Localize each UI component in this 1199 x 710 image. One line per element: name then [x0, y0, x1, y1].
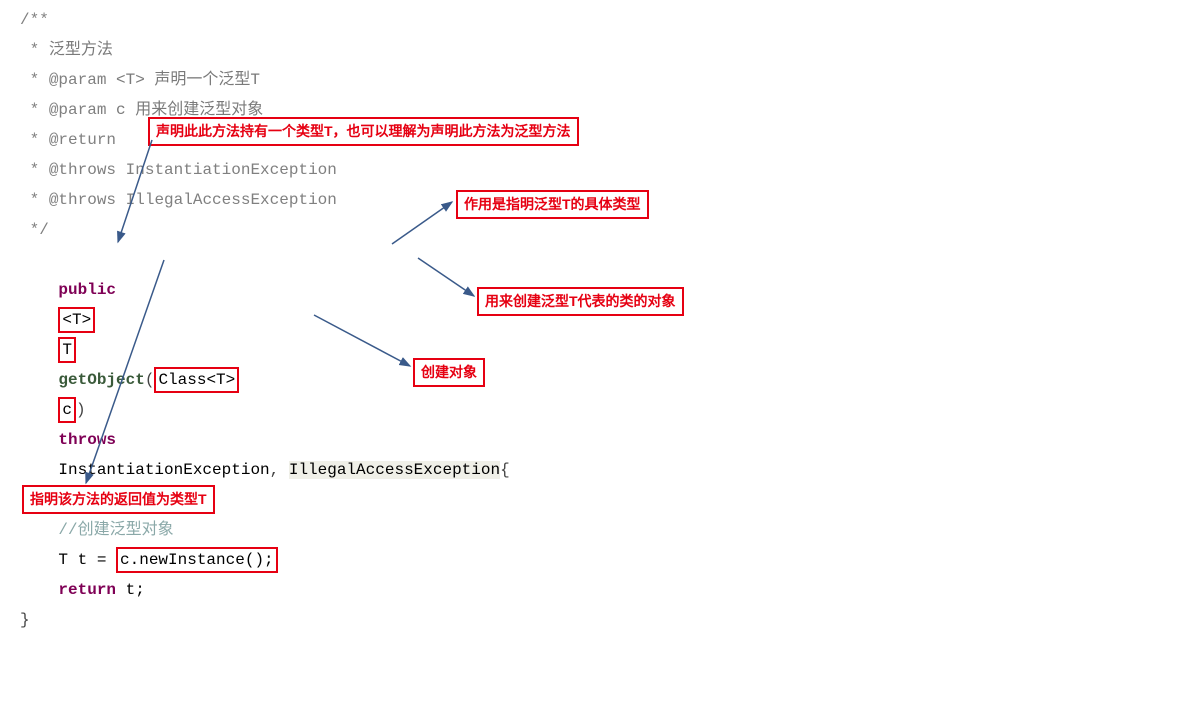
- type-param-declaration: <T>: [58, 307, 95, 333]
- return-type: T: [58, 337, 76, 363]
- assignment-lhs: T t =: [58, 551, 116, 569]
- comment-star: *: [20, 41, 49, 59]
- annotation-create-object: 创建对象: [413, 358, 485, 387]
- comment-line: */: [20, 221, 49, 239]
- javadoc-tag: @param: [49, 101, 107, 119]
- keyword-throws: throws: [58, 431, 116, 449]
- comment-star: *: [20, 131, 49, 149]
- param-class: Class<T>: [154, 367, 239, 393]
- keyword-public: public: [58, 281, 116, 299]
- lparen: (: [145, 371, 155, 389]
- exception-2: IllegalAccessException: [289, 461, 500, 479]
- line-comment: //创建泛型对象: [58, 521, 173, 539]
- rparen: ): [76, 401, 86, 419]
- keyword-return: return: [58, 581, 116, 599]
- comment-text: <T> 声明一个泛型T: [106, 71, 260, 89]
- annotation-generic-method: 声明此此方法持有一个类型T，也可以理解为声明此方法为泛型方法: [148, 117, 579, 146]
- indent: [20, 551, 58, 569]
- annotation-specify-type: 作用是指明泛型T的具体类型: [456, 190, 649, 219]
- comment-star: *: [20, 71, 49, 89]
- comment-star: *: [20, 101, 49, 119]
- comment-text: IllegalAccessException: [116, 191, 337, 209]
- brace-open: {: [500, 461, 510, 479]
- comment-star: *: [20, 191, 49, 209]
- javadoc-tag: @throws: [49, 161, 116, 179]
- indent: [20, 521, 58, 539]
- return-value: t;: [116, 581, 145, 599]
- comment-star: *: [20, 161, 49, 179]
- exception-1: InstantiationException: [58, 461, 269, 479]
- comment-text: InstantiationException: [116, 161, 337, 179]
- comment-line: /**: [20, 11, 49, 29]
- indent: [20, 581, 58, 599]
- annotation-create-object-of-type: 用来创建泛型T代表的类的对象: [477, 287, 684, 316]
- javadoc-tag: @param: [49, 71, 107, 89]
- javadoc-tag: @return: [49, 131, 116, 149]
- code-block: /** * 泛型方法 * @param <T> 声明一个泛型T * @param…: [20, 5, 510, 635]
- annotation-return-type: 指明该方法的返回值为类型T: [22, 485, 215, 514]
- method-name: getObject: [58, 371, 144, 389]
- comment-text: 泛型方法: [49, 41, 113, 59]
- class-t: <T>: [206, 371, 235, 389]
- comma: ,: [270, 461, 289, 479]
- class-text: Class: [158, 371, 206, 389]
- brace-close: }: [20, 611, 30, 629]
- new-instance-call: c.newInstance();: [116, 547, 278, 573]
- param-c: c: [58, 397, 76, 423]
- javadoc-tag: @throws: [49, 191, 116, 209]
